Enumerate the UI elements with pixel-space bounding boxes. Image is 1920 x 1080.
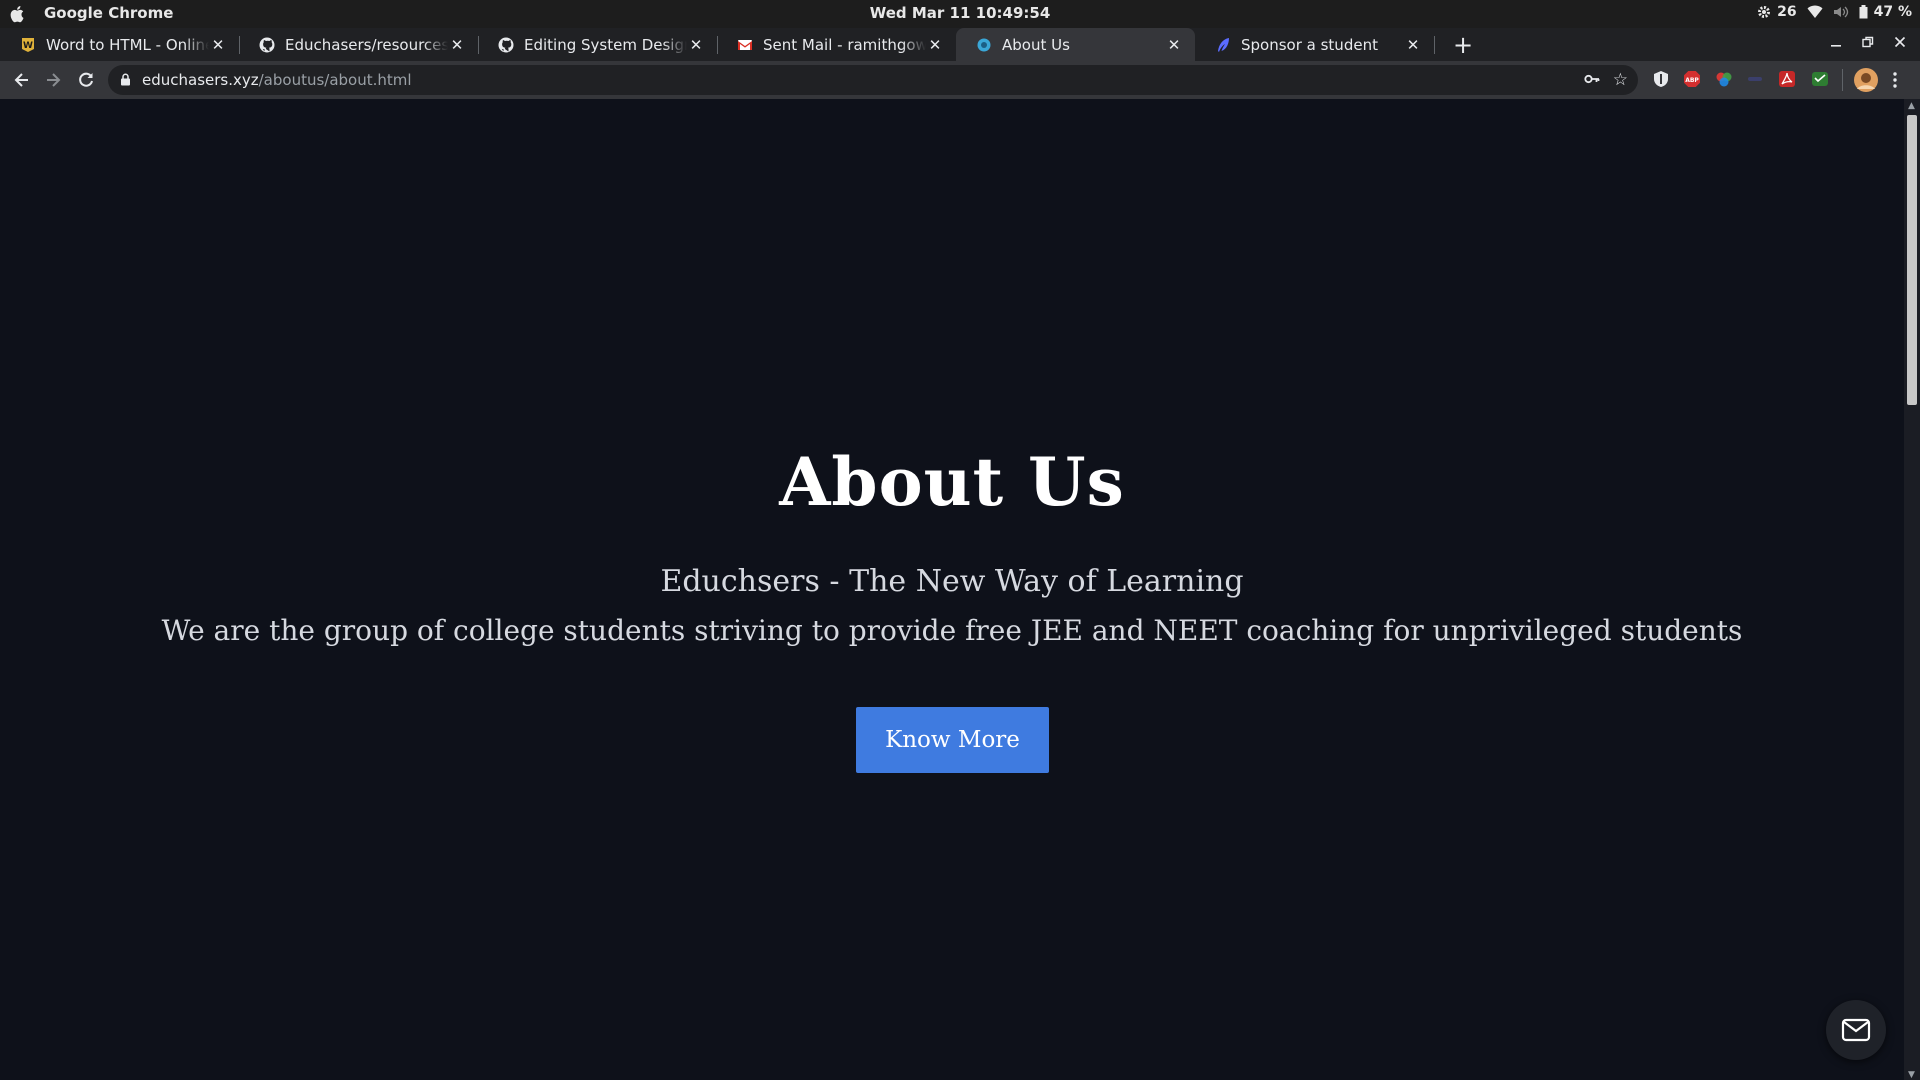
- forward-arrow-icon[interactable]: [43, 70, 63, 90]
- feather-icon: [1215, 37, 1231, 53]
- mail-icon: [1841, 1018, 1871, 1042]
- tab-title: About Us: [1002, 35, 1070, 54]
- close-icon[interactable]: ✕: [1165, 36, 1183, 54]
- close-icon[interactable]: ✕: [926, 36, 944, 54]
- temperature-value: 26: [1777, 4, 1797, 20]
- address-bar[interactable]: educhasers.xyz/aboutus/about.html ☆: [108, 65, 1638, 95]
- tab-word-to-html[interactable]: W Word to HTML - Online Converter ✕: [0, 28, 240, 61]
- tab-title: Educhasers/resources_website: [285, 35, 448, 54]
- lock-icon[interactable]: [120, 73, 131, 86]
- adblock-icon[interactable]: ABP: [1683, 70, 1701, 88]
- reload-icon[interactable]: [76, 70, 96, 90]
- know-more-button[interactable]: Know More: [856, 707, 1049, 773]
- battery-indicator[interactable]: 47 %: [1859, 4, 1912, 20]
- close-icon[interactable]: ✕: [687, 36, 705, 54]
- page-title: About Us: [779, 443, 1125, 521]
- tab-editing-system-design[interactable]: Editing System Design · ramith ✕: [478, 28, 718, 61]
- github-icon: [498, 37, 514, 53]
- tab-separator: [1434, 36, 1435, 54]
- hero-description: We are the group of college students str…: [161, 614, 1743, 647]
- volume-icon[interactable]: [1833, 5, 1849, 19]
- system-top-bar: Google Chrome Wed Mar 11 10:49:54 26 47 …: [0, 0, 1920, 28]
- avatar[interactable]: [1854, 68, 1878, 92]
- back-arrow-icon[interactable]: [12, 70, 32, 90]
- url-path: /aboutus/about.html: [258, 71, 412, 89]
- extension-shield-icon[interactable]: [1652, 70, 1670, 88]
- tab-title: Word to HTML - Online Converter: [46, 35, 209, 54]
- svg-text:ABP: ABP: [1685, 77, 1699, 84]
- svg-text:W: W: [23, 41, 33, 51]
- gear-icon: [1758, 6, 1771, 18]
- tab-sent-mail[interactable]: Sent Mail - ramithgowdak ✕: [717, 28, 956, 61]
- kebab-menu-icon[interactable]: [1892, 71, 1898, 89]
- system-tray: 26 47 %: [1757, 4, 1912, 20]
- tab-title: Sent Mail - ramithgowdak: [763, 35, 926, 54]
- restore-icon[interactable]: [1862, 34, 1874, 52]
- scrollbar-thumb[interactable]: [1907, 115, 1917, 405]
- hero-subtitle: Educhsers - The New Way of Learning: [660, 564, 1244, 599]
- word-to-html-icon: W: [20, 37, 36, 53]
- github-icon: [259, 37, 275, 53]
- battery-icon: [1859, 5, 1868, 19]
- system-clock[interactable]: Wed Mar 11 10:49:54: [0, 4, 1920, 22]
- inbox-extension-icon[interactable]: [1811, 70, 1829, 88]
- page-scrollbar[interactable]: ▲ ▼: [1904, 99, 1920, 1080]
- tab-title: Sponsor a student: [1241, 35, 1378, 54]
- bookmark-star-icon[interactable]: ☆: [1613, 70, 1628, 90]
- toolbar-divider: [1842, 69, 1843, 91]
- tab-about-us[interactable]: About Us ✕: [956, 28, 1195, 61]
- color-picker-icon[interactable]: [1715, 70, 1733, 88]
- close-icon[interactable]: ✕: [1404, 36, 1422, 54]
- window-close-icon[interactable]: [1894, 34, 1906, 52]
- pdf-reader-icon[interactable]: [1778, 70, 1796, 88]
- extension-dark-icon[interactable]: [1746, 70, 1764, 88]
- minimize-icon[interactable]: [1830, 34, 1842, 52]
- tab-sponsor-a-student[interactable]: Sponsor a student ✕: [1195, 28, 1435, 61]
- wifi-icon[interactable]: [1807, 5, 1823, 19]
- scroll-down-arrow-icon[interactable]: ▼: [1908, 1070, 1915, 1080]
- url-text[interactable]: educhasers.xyz/aboutus/about.html: [142, 71, 412, 89]
- key-icon[interactable]: [1584, 72, 1600, 86]
- close-icon[interactable]: ✕: [448, 36, 466, 54]
- page-viewport: About Us Educhsers - The New Way of Lear…: [0, 99, 1904, 1080]
- scroll-up-arrow-icon[interactable]: ▲: [1908, 101, 1915, 111]
- gmail-icon: [737, 37, 753, 53]
- new-tab-plus-icon[interactable]: +: [1453, 31, 1473, 59]
- tab-educhasers-resources[interactable]: Educhasers/resources_website ✕: [239, 28, 479, 61]
- close-icon[interactable]: ✕: [209, 36, 227, 54]
- tab-title: Editing System Design · ramith: [524, 35, 687, 54]
- browser-toolbar: educhasers.xyz/aboutus/about.html ☆ ABP: [0, 61, 1920, 99]
- url-host: educhasers.xyz: [142, 71, 259, 89]
- site-favicon: [976, 37, 992, 53]
- battery-percentage: 47 %: [1873, 4, 1912, 20]
- weather-indicator[interactable]: 26: [1757, 4, 1797, 20]
- tab-strip: W Word to HTML - Online Converter ✕ Educ…: [0, 28, 1920, 61]
- contact-mail-button[interactable]: [1826, 1000, 1886, 1060]
